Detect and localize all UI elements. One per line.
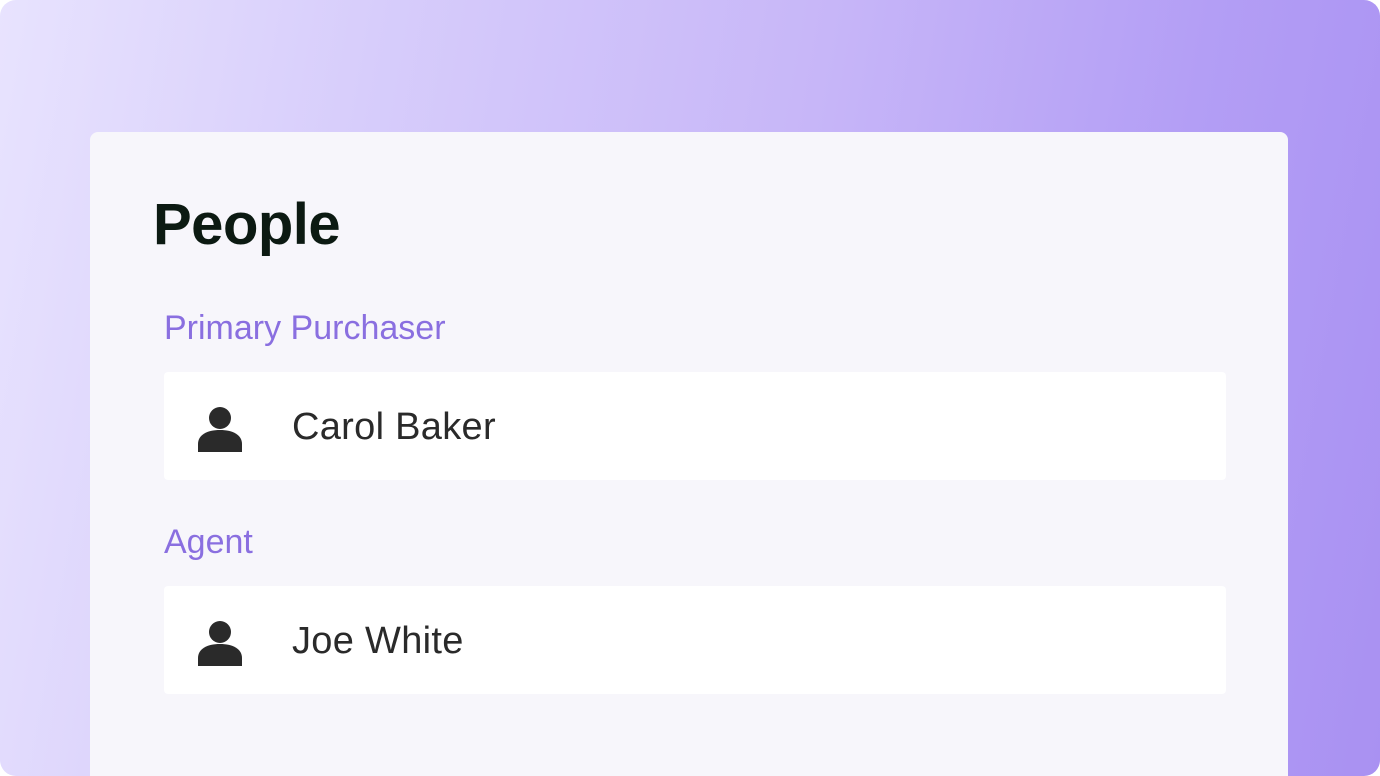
person-row-agent[interactable]: Joe White <box>164 586 1226 694</box>
page-title: People <box>153 192 341 257</box>
people-card: People Primary Purchaser Carol Baker Age… <box>90 132 1288 776</box>
app-frame: People Primary Purchaser Carol Baker Age… <box>0 0 1380 776</box>
section-label-primary-purchaser: Primary Purchaser <box>164 309 446 347</box>
person-name: Carol Baker <box>292 406 496 448</box>
person-row-primary-purchaser[interactable]: Carol Baker <box>164 372 1226 480</box>
person-icon <box>198 407 242 452</box>
person-icon <box>198 621 242 666</box>
section-label-agent: Agent <box>164 523 253 561</box>
person-name: Joe White <box>292 620 464 662</box>
